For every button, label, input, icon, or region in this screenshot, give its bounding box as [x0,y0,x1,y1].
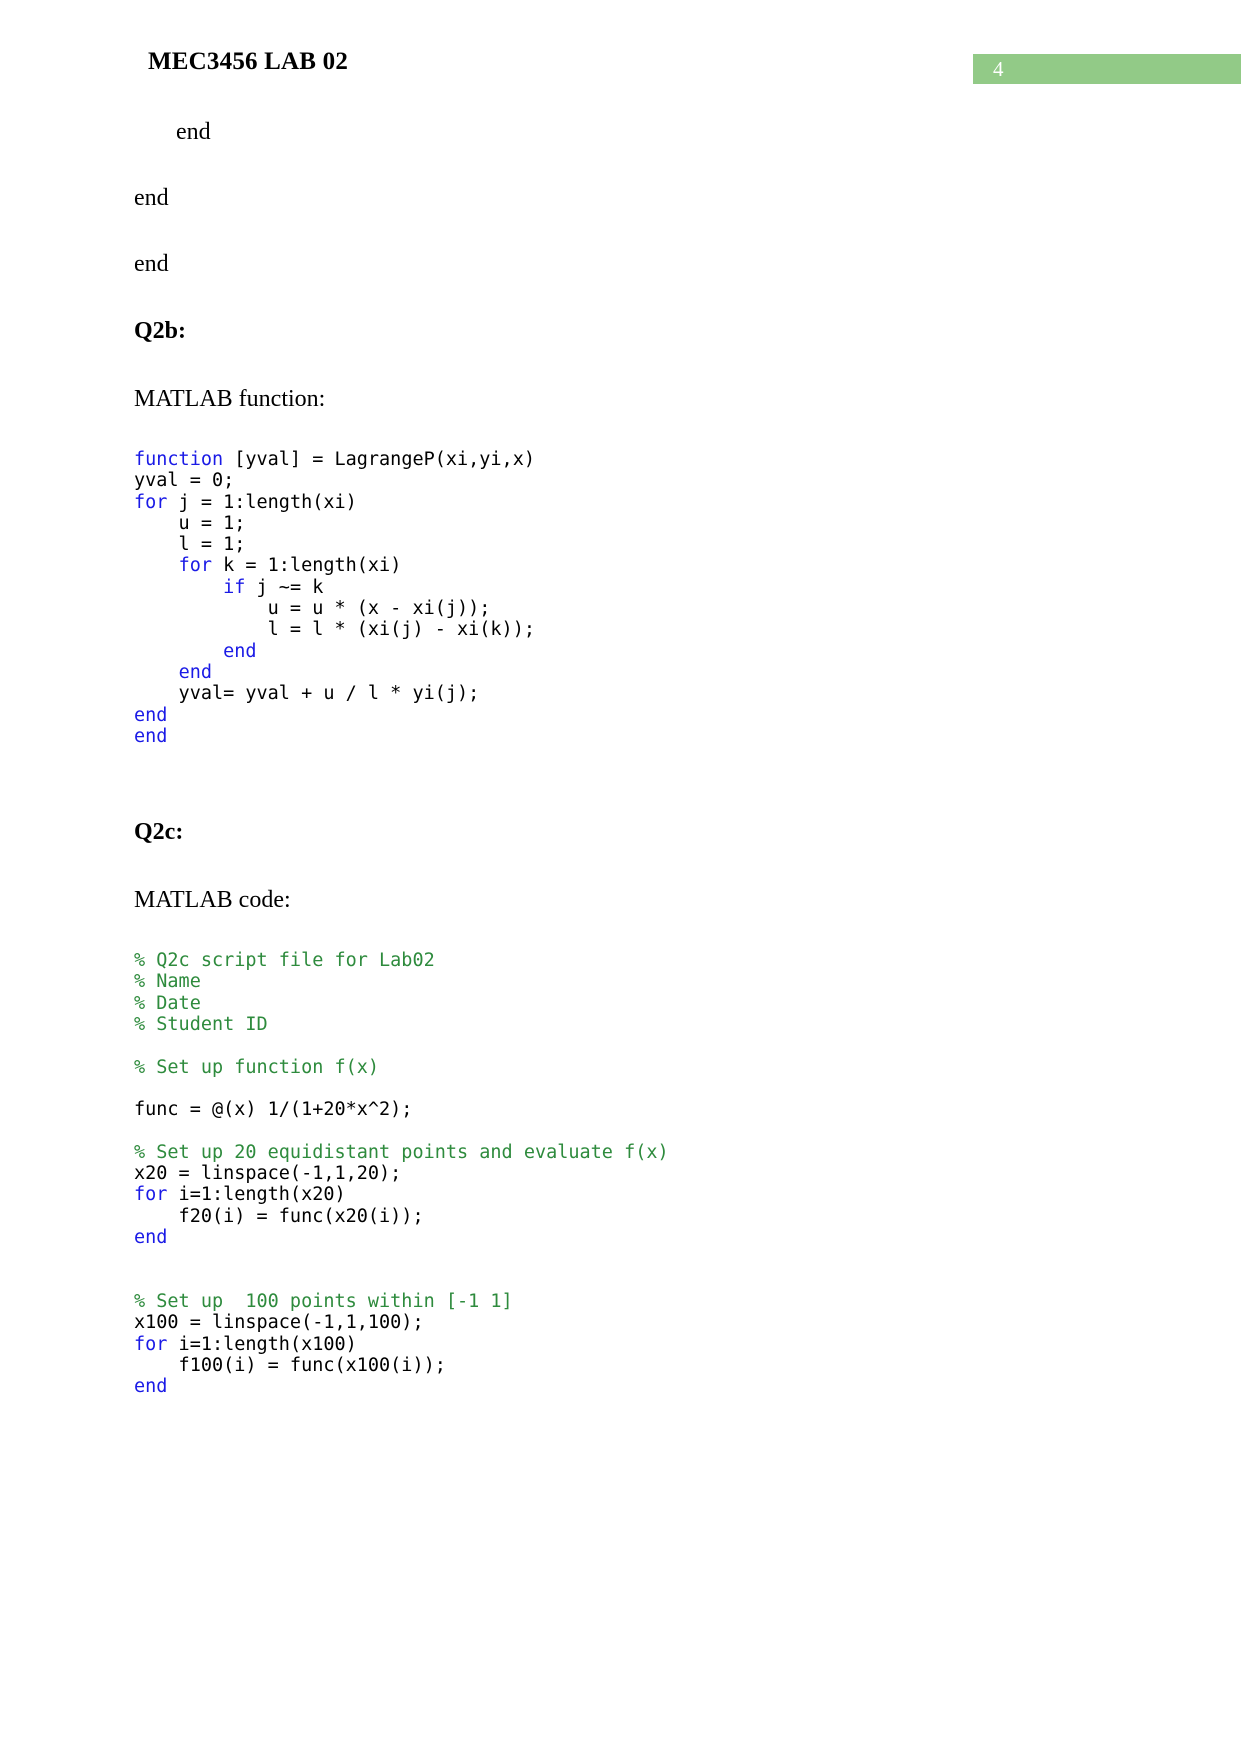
code-text: j = 1:length(xi) [167,491,357,513]
code-keyword: end [223,640,257,662]
code-text: func = @(x) 1/(1+20*x^2); [134,1099,413,1121]
heading-q2c: Q2c: [134,819,184,846]
code-comment: % Date [134,992,201,1014]
text-end-1: end [134,185,169,211]
code-comment: % Set up function f(x) [134,1056,380,1078]
code-text: x20 = linspace(-1,1,20); [134,1163,402,1185]
text-end-2: end [134,251,169,277]
code-text: u = 1; [134,512,246,534]
label-matlab-function: MATLAB function: [134,386,326,412]
code-block-q2c-script: % Q2c script file for Lab02 % Name % Dat… [134,950,1114,1397]
code-keyword: for [134,1184,168,1206]
code-keyword: if [223,576,246,598]
code-text: x100 = linspace(-1,1,100); [134,1312,424,1334]
page-header: MEC3456 LAB 02 4 [0,48,1241,88]
code-text: f100(i) = func(x100(i)); [134,1354,446,1376]
code-text: k = 1:length(xi) [211,555,402,577]
code-comment: % Set up 20 equidistant points and evalu… [134,1141,669,1163]
code-keyword: end [134,1376,168,1398]
code-text: [yval] = LagrangeP(xi,yi,x) [223,449,535,470]
text-end-indented: end [158,119,211,145]
document-page: MEC3456 LAB 02 4 end end end Q2b: MATLAB… [0,0,1241,1754]
code-text: j ~= k [245,576,324,598]
code-text: i=1:length(x20) [167,1184,346,1206]
code-comment: % Q2c script file for Lab02 [134,950,435,972]
code-keyword: function [134,449,224,470]
code-text: yval= yval + u / l * yi(j); [134,683,480,705]
code-text: yval = 0; [134,470,235,492]
code-text: i=1:length(x100) [167,1333,357,1355]
code-text: l = l * (xi(j) - xi(k)); [134,619,535,641]
page-number-badge: 4 [973,54,1241,84]
code-comment: % Name [134,971,201,993]
label-matlab-code: MATLAB code: [134,887,291,914]
code-block-lagrange-function: function [yval] = LagrangeP(xi,yi,x) yva… [134,449,1114,747]
code-comment: % Student ID [134,1014,268,1036]
document-body: end end end Q2b: MATLAB function: functi… [134,120,1114,1397]
code-keyword: end [134,704,168,726]
code-keyword: end [178,661,212,683]
code-text: u = u * (x - xi(j)); [134,598,491,620]
code-text: l = 1; [134,534,246,556]
code-text: f20(i) = func(x20(i)); [134,1205,424,1227]
code-keyword: for [178,555,212,577]
code-keyword: end [134,1227,168,1249]
code-keyword: for [134,1333,168,1355]
page-title: MEC3456 LAB 02 [148,48,349,75]
code-keyword: for [134,491,168,513]
heading-q2b: Q2b: [134,318,187,344]
code-keyword: end [134,725,168,747]
code-comment: % Set up 100 points within [-1 1] [134,1290,513,1312]
